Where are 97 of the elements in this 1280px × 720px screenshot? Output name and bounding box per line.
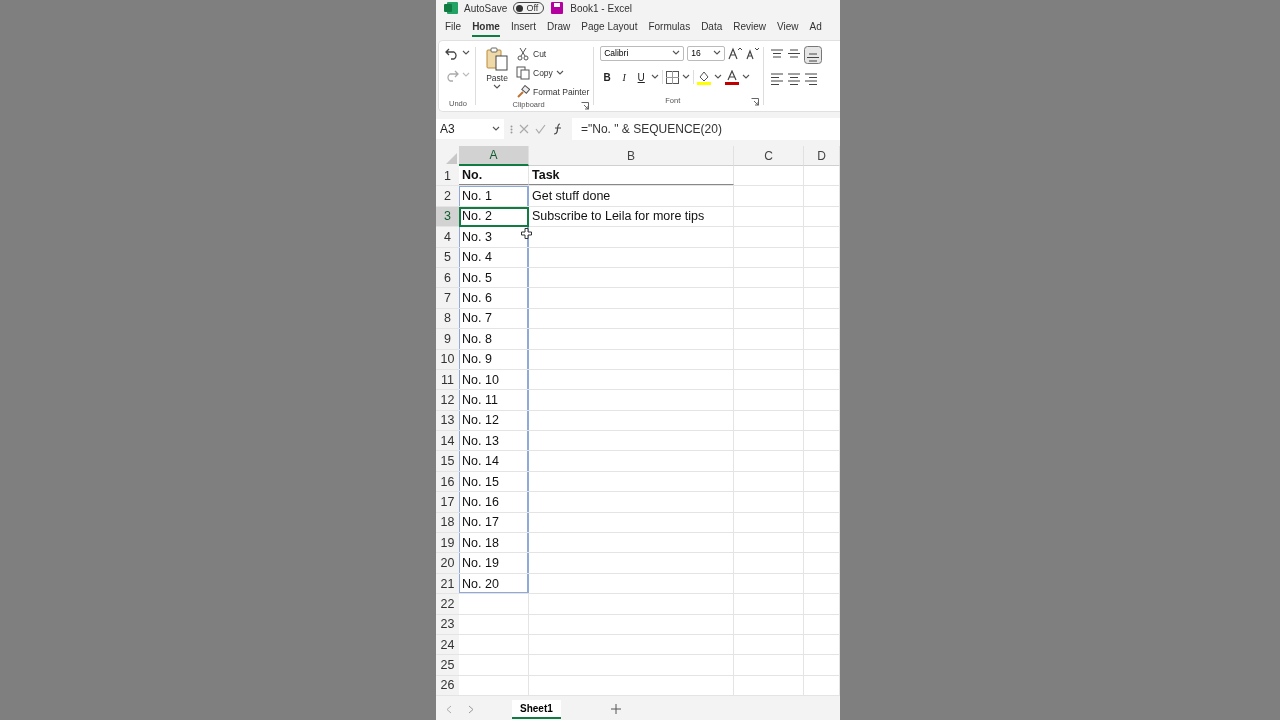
formula-field[interactable]: ="No. " & SEQUENCE(20): [572, 118, 840, 140]
caret-icon: [714, 74, 723, 80]
function-icon[interactable]: [552, 123, 564, 135]
ribbon-tab[interactable]: View: [777, 17, 799, 37]
dialog-launcher-icon[interactable]: [581, 102, 590, 110]
table-cell: No. 9: [459, 349, 529, 369]
table-cell: No. 12: [459, 410, 529, 431]
add-sheet-icon[interactable]: [610, 704, 621, 714]
row-header[interactable]: 22: [436, 594, 459, 614]
caret-icon: [493, 84, 501, 90]
table-cell: Subscribe to Leila for more tips: [529, 206, 734, 227]
copy-button[interactable]: Copy: [516, 65, 590, 81]
underline-button[interactable]: U: [634, 71, 649, 83]
table-cell: No. 11: [459, 390, 529, 410]
table-cell: No. 18: [459, 533, 529, 553]
table-cell: No. 1: [459, 186, 529, 206]
bottom-align-icon[interactable]: [804, 46, 823, 64]
autosave-label: AutoSave: [464, 2, 508, 14]
caret-icon[interactable]: [462, 50, 470, 56]
redo-icon: [445, 68, 459, 82]
excel-logo-icon: [444, 2, 458, 14]
caret-icon: [713, 50, 722, 56]
fill-color-icon[interactable]: [697, 69, 712, 85]
clipboard-icon: [485, 46, 509, 72]
table-cell: No. 15: [459, 471, 529, 492]
italic-button[interactable]: I: [617, 71, 632, 83]
caret-icon: [462, 72, 470, 78]
name-box[interactable]: A3: [436, 119, 504, 139]
ribbon-tab[interactable]: Draw: [546, 17, 571, 37]
row-header[interactable]: 9: [436, 329, 459, 349]
table-cell: No. 8: [459, 329, 529, 349]
ribbon-tab[interactable]: Ad: [809, 17, 822, 37]
caret-icon: [492, 126, 500, 132]
table-cell: No. 10: [459, 369, 529, 390]
table-cell: No. 20: [459, 573, 529, 594]
align-right-icon[interactable]: [804, 72, 819, 86]
paste-button[interactable]: Paste: [482, 44, 512, 100]
table-cell: No. 16: [459, 492, 529, 512]
ribbon-tab[interactable]: Data: [701, 17, 723, 37]
copy-icon: [516, 66, 530, 80]
ribbon-tab[interactable]: Home: [472, 17, 500, 37]
ribbon-tab[interactable]: Insert: [510, 17, 536, 37]
caret-icon: [682, 74, 691, 80]
ribbon-tab[interactable]: File: [445, 17, 462, 37]
table-cell: No. 6: [459, 288, 529, 308]
font-size-dropdown[interactable]: 16: [687, 45, 726, 61]
table-cell: No. 13: [459, 431, 529, 451]
caret-icon: [672, 50, 681, 56]
row-header[interactable]: 17: [436, 492, 459, 512]
row-header[interactable]: 2: [436, 186, 459, 206]
table-cell: No. 17: [459, 512, 529, 533]
column-header[interactable]: C: [734, 146, 804, 166]
table-cell: No. 19: [459, 553, 529, 573]
table-cell: No. 14: [459, 451, 529, 471]
ribbon-tab[interactable]: Review: [733, 17, 767, 37]
row-header[interactable]: 15: [436, 451, 459, 471]
shrink-font-icon[interactable]: [745, 46, 760, 60]
row-header[interactable]: 14: [436, 431, 459, 451]
table-cell: No.: [459, 166, 529, 186]
borders-icon[interactable]: [666, 70, 680, 84]
center-icon[interactable]: [787, 72, 802, 86]
cut-button[interactable]: Cut: [516, 46, 590, 62]
painter-button[interactable]: Format Painter: [516, 84, 590, 100]
document-title: Book1 - Excel: [570, 2, 632, 14]
grip-icon: [510, 124, 513, 134]
ribbon-tab[interactable]: Page Layout: [581, 17, 638, 37]
plus-cursor-icon: [521, 228, 532, 240]
font-name-dropdown[interactable]: Calibri: [600, 45, 685, 61]
caret-icon: [742, 74, 751, 80]
dialog-launcher-icon[interactable]: [751, 98, 760, 106]
caret-icon: [555, 70, 564, 76]
paintbrush-icon: [516, 85, 530, 99]
column-header[interactable]: D: [804, 146, 840, 166]
column-header[interactable]: A: [459, 146, 529, 166]
row-header[interactable]: 20: [436, 553, 459, 573]
table-cell: No. 2: [459, 206, 529, 227]
row-header[interactable]: 1: [436, 166, 459, 186]
row-header[interactable]: 12: [436, 390, 459, 410]
row-header[interactable]: 4: [436, 227, 459, 247]
sheet-tab[interactable]: Sheet1: [512, 699, 561, 719]
undo-icon[interactable]: [445, 46, 459, 60]
table-cell: Task: [529, 166, 734, 186]
font-color-icon[interactable]: [725, 69, 740, 85]
table-cell: No. 7: [459, 308, 529, 329]
column-header[interactable]: B: [529, 146, 734, 166]
row-header[interactable]: 25: [436, 655, 459, 675]
table-cell: No. 4: [459, 247, 529, 267]
bold-button[interactable]: B: [600, 71, 615, 83]
caret-icon: [651, 74, 660, 80]
table-cell: Get stuff done: [529, 186, 734, 206]
row-header[interactable]: 19: [436, 533, 459, 553]
ribbon-tab[interactable]: Formulas: [648, 17, 691, 37]
table-cell: No. 5: [459, 267, 529, 288]
grow-font-icon[interactable]: [728, 46, 743, 60]
row-header[interactable]: 7: [436, 288, 459, 308]
align-left-icon[interactable]: [770, 72, 785, 86]
scissors-icon: [516, 47, 530, 61]
